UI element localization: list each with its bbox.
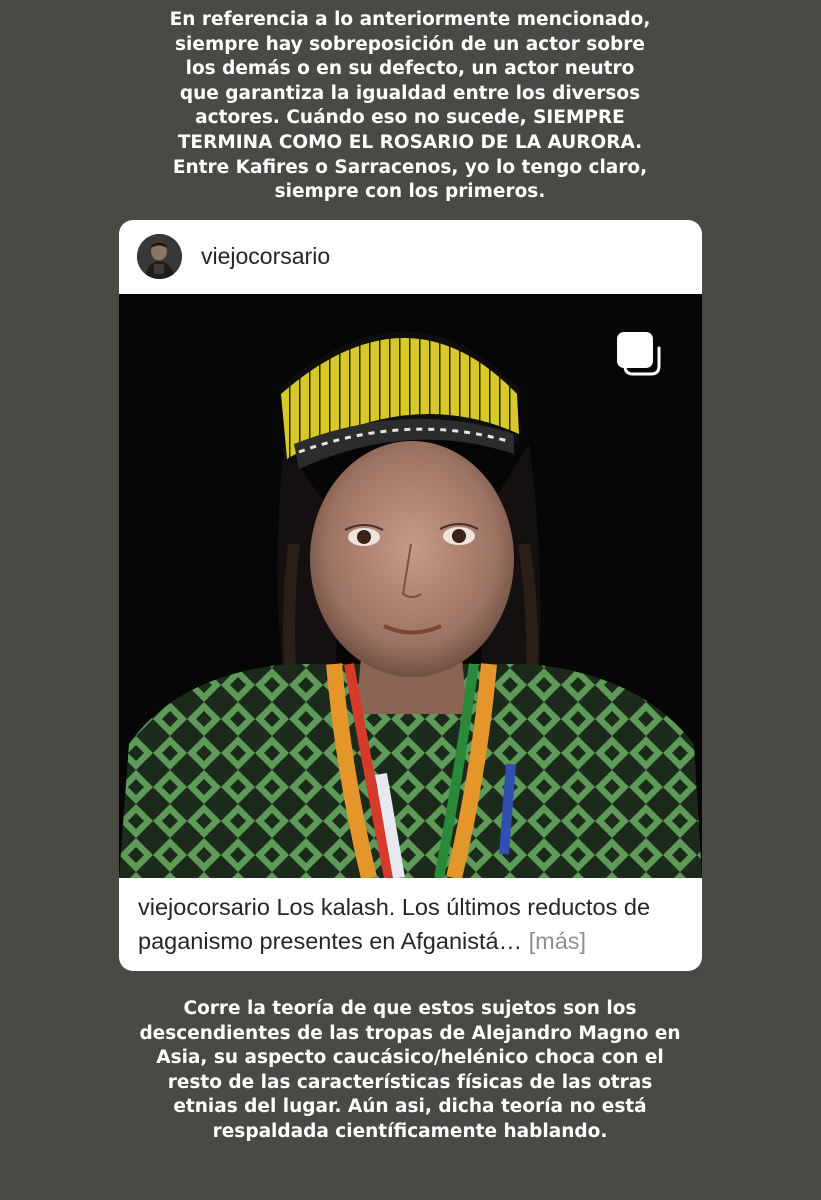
post-header: viejocorsario (119, 220, 702, 294)
multiple-images-icon (617, 332, 661, 376)
caption-username[interactable]: viejocorsario (138, 894, 270, 920)
post-caption: viejocorsario Los kalash. Los últimos re… (138, 890, 688, 958)
post-username[interactable]: viejocorsario (201, 242, 330, 270)
shared-post-card[interactable]: viejocorsario viejocorsario Los kalash. … (119, 220, 702, 971)
more-link[interactable]: [más] (529, 928, 586, 954)
story-top-text: En referencia a lo anteriormente mencion… (169, 9, 651, 203)
story-bottom-text: Corre la teoría de que estos sujetos son… (139, 998, 681, 1142)
post-photo[interactable] (119, 294, 702, 878)
avatar[interactable] (137, 234, 182, 279)
photo-girl-with-headdress (119, 294, 702, 878)
